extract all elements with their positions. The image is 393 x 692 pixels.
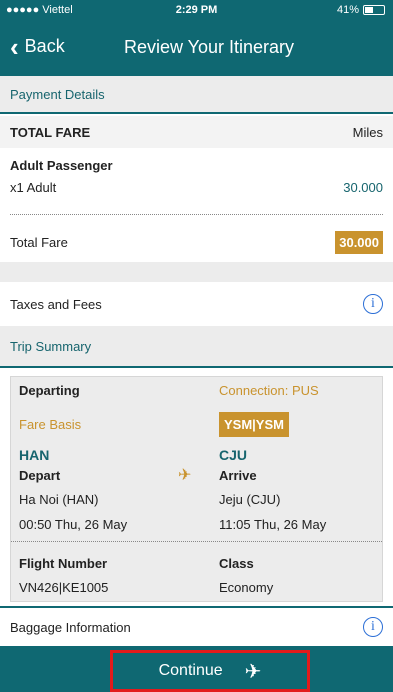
battery-icon — [363, 5, 385, 15]
origin-code: HAN — [19, 447, 50, 463]
info-icon[interactable]: i — [363, 617, 383, 637]
clock: 2:29 PM — [175, 4, 218, 16]
flight-number-label: Flight Number — [19, 556, 108, 571]
footer-bar: Continue ✈ — [0, 646, 393, 692]
miles-label: Miles — [352, 124, 383, 140]
airplane-icon: ✈ — [178, 467, 192, 484]
trip-card: Departing Connection: PUS Fare Basis YSM… — [10, 376, 383, 602]
spacer-band — [0, 262, 393, 282]
nav-bar: ‹ Back Review Your Itinerary — [0, 20, 393, 76]
trip-divider — [11, 541, 382, 542]
departing-label: Departing — [19, 383, 80, 398]
trip-summary-header: Trip Summary — [0, 326, 393, 368]
destination-name: Jeju (CJU) — [219, 492, 281, 507]
origin-name: Ha Noi (HAN) — [19, 492, 99, 507]
total-fare-row: Total Fare 30.000 — [0, 226, 393, 258]
page-title: Review Your Itinerary — [123, 37, 295, 57]
class-value: Economy — [219, 580, 274, 595]
continue-button[interactable]: Continue ✈ — [110, 650, 310, 692]
class-label: Class — [219, 556, 254, 571]
passenger-type-row: Adult Passenger — [0, 154, 393, 176]
total-fare-header: TOTAL FARE — [10, 124, 91, 140]
continue-label: Continue — [158, 662, 223, 679]
total-fare-value: 30.000 — [335, 230, 383, 254]
payment-details-title: Payment Details — [10, 86, 105, 102]
passenger-count: x1 Adult — [10, 179, 57, 195]
arrive-time: 11:05 Thu, 26 May — [219, 517, 327, 532]
status-bar: ●●●●● Viettel 2:29 PM 41% — [0, 0, 393, 20]
passenger-count-row: x1 Adult 30.000 — [0, 176, 393, 198]
info-icon[interactable]: i — [363, 294, 383, 314]
depart-label: Depart — [19, 468, 61, 483]
destination-code: CJU — [219, 447, 248, 463]
battery-indicator: 41% — [337, 4, 385, 16]
fare-basis-value: YSM|YSM — [219, 412, 289, 437]
payment-details-header: Payment Details — [0, 76, 393, 114]
taxes-fees-label: Taxes and Fees — [10, 296, 102, 312]
total-fare-label: Total Fare — [10, 234, 68, 250]
battery-percent: 41% — [336, 4, 359, 16]
passenger-type: Adult Passenger — [10, 157, 113, 173]
arrive-label: Arrive — [219, 468, 257, 483]
baggage-info-row[interactable]: Baggage Information i — [0, 610, 393, 644]
airplane-icon: ✈ — [244, 660, 262, 683]
fare-basis-label: Fare Basis — [19, 417, 82, 432]
taxes-fees-row[interactable]: Taxes and Fees i — [0, 284, 393, 324]
connection-label: Connection: PUS — [219, 383, 319, 398]
baggage-info-label: Baggage Information — [10, 619, 131, 635]
divider — [10, 214, 383, 215]
baggage-divider — [0, 606, 393, 608]
total-fare-header-row: TOTAL FARE Miles — [0, 116, 393, 148]
flight-number: VN426|KE1005 — [19, 580, 109, 595]
passenger-amount: 30.000 — [343, 179, 383, 195]
trip-summary-title: Trip Summary — [10, 338, 92, 354]
depart-time: 00:50 Thu, 26 May — [19, 517, 128, 532]
